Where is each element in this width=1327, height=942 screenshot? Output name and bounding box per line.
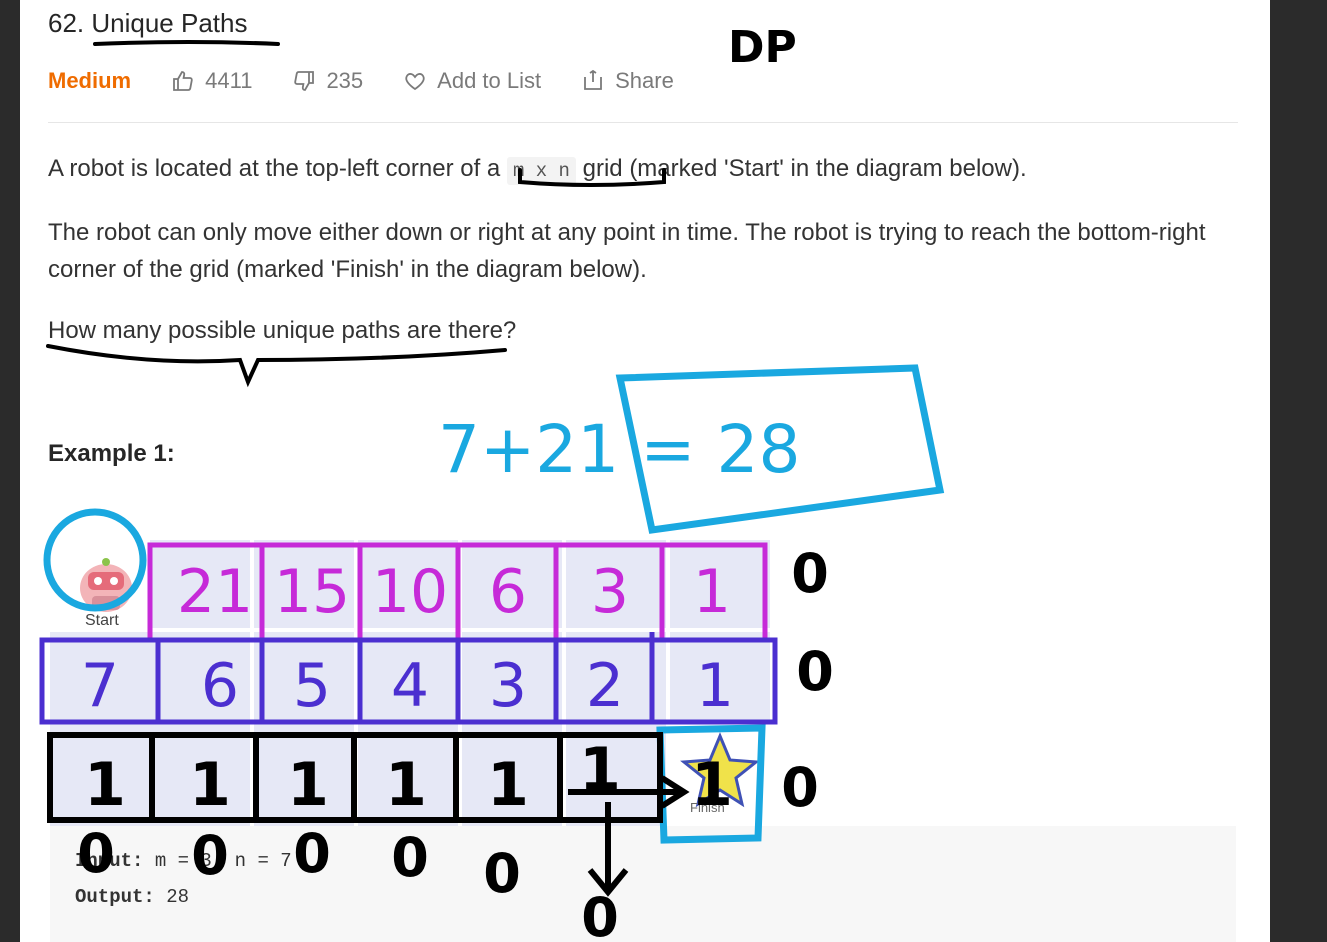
dp-value: 1 (487, 750, 529, 820)
zero-annotation: 0 (77, 822, 115, 885)
dp-value: 2 (586, 651, 624, 721)
dp-value: 1 (579, 735, 621, 805)
dp-annotation: DP (728, 22, 797, 73)
question-brace (46, 344, 507, 388)
dp-value: 3 (489, 651, 527, 721)
dp-value: 1 (287, 750, 329, 820)
dp-value: 7 (81, 651, 119, 721)
dp-value: 1 (691, 750, 733, 820)
dp-value: 1 (385, 750, 427, 820)
zero-annotation: 0 (781, 756, 819, 819)
zero-annotation: 0 (293, 822, 331, 885)
zero-annotation: 0 (581, 886, 619, 942)
zero-annotation: 0 (191, 824, 229, 887)
sum-annotation: 7+21 = 28 (438, 411, 801, 488)
zero-annotation: 0 (796, 640, 834, 703)
dp-value: 4 (391, 651, 429, 721)
dp-value: 1 (693, 557, 731, 627)
dp-value: 1 (189, 750, 231, 820)
grid-size-underline (518, 168, 666, 187)
zero-annotation: 0 (483, 842, 521, 905)
down-arrow (587, 802, 629, 897)
dp-value: 21 (177, 557, 253, 627)
dp-value: 1 (84, 750, 126, 820)
dp-value: 1 (696, 651, 734, 721)
dp-value: 10 (372, 557, 448, 627)
dp-value: 5 (293, 651, 331, 721)
dp-value: 6 (489, 557, 527, 627)
dp-value: 15 (274, 557, 350, 627)
handwritten-annotations: DP 7+21 = 28 21 15 10 6 3 1 7 6 5 4 3 2 … (39, 22, 945, 942)
zero-annotation: 0 (791, 542, 829, 605)
dp-value: 6 (201, 651, 239, 721)
title-underline (93, 40, 280, 46)
dp-value: 3 (591, 557, 629, 627)
start-circle (43, 508, 147, 612)
zero-annotation: 0 (391, 826, 429, 889)
row3-outline (47, 732, 663, 823)
